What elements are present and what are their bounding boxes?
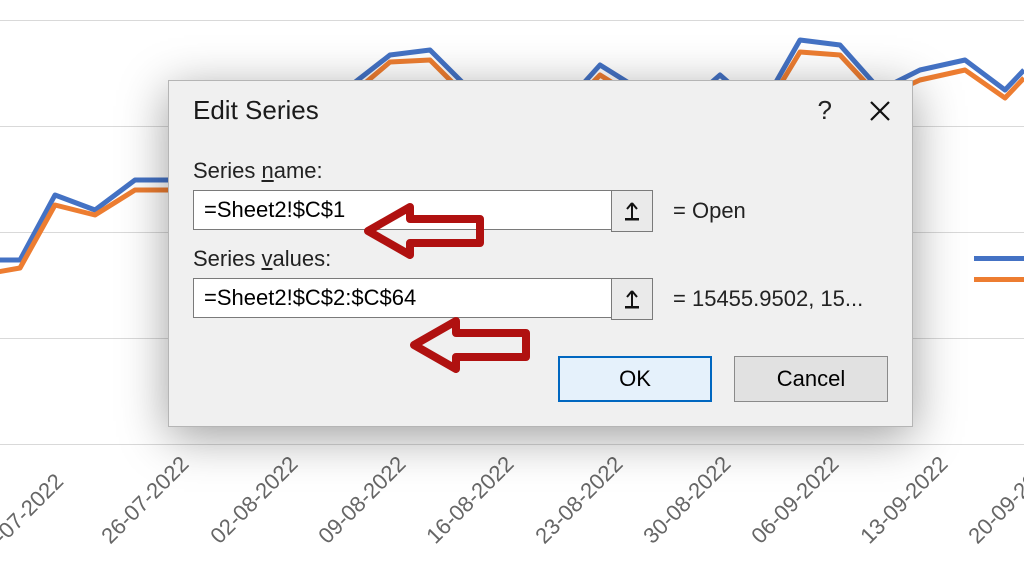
x-tick: -07-2022 [0,530,7,549]
x-axis-labels: -07-2022 26-07-2022 02-08-2022 09-08-202… [0,530,964,556]
series-name-resolved: = Open [673,198,746,224]
collapse-range-icon[interactable] [611,278,653,320]
series-values-label: Series values: [193,246,888,272]
collapse-range-icon[interactable] [611,190,653,232]
legend-swatch [974,277,1024,282]
series-values-input[interactable] [193,278,612,318]
x-tick: 30-08-2022 [638,530,657,549]
series-name-input[interactable] [193,190,612,230]
ok-button[interactable]: OK [558,356,712,402]
x-tick: 26-07-2022 [97,530,116,549]
x-tick: 20-09-2022 [963,530,982,549]
x-tick: 09-08-2022 [313,530,332,549]
dialog-titlebar: Edit Series ? [169,81,912,134]
close-icon[interactable] [868,99,892,123]
help-icon[interactable]: ? [818,95,832,126]
gridline [0,444,1024,445]
x-tick: 02-08-2022 [205,530,224,549]
cancel-button[interactable]: Cancel [734,356,888,402]
dialog-title: Edit Series [193,95,319,126]
dialog-button-bar: OK Cancel [169,340,912,426]
series-values-resolved: = 15455.9502, 15... [673,286,863,312]
legend-swatch [974,256,1024,261]
x-tick: 06-09-2022 [747,530,766,549]
chart-legend [974,240,1024,298]
series-name-label: Series name: [193,158,888,184]
x-tick: 16-08-2022 [422,530,441,549]
edit-series-dialog: Edit Series ? Series name: = Open Series… [168,80,913,427]
x-tick: 13-09-2022 [855,530,874,549]
x-tick: 23-08-2022 [530,530,549,549]
